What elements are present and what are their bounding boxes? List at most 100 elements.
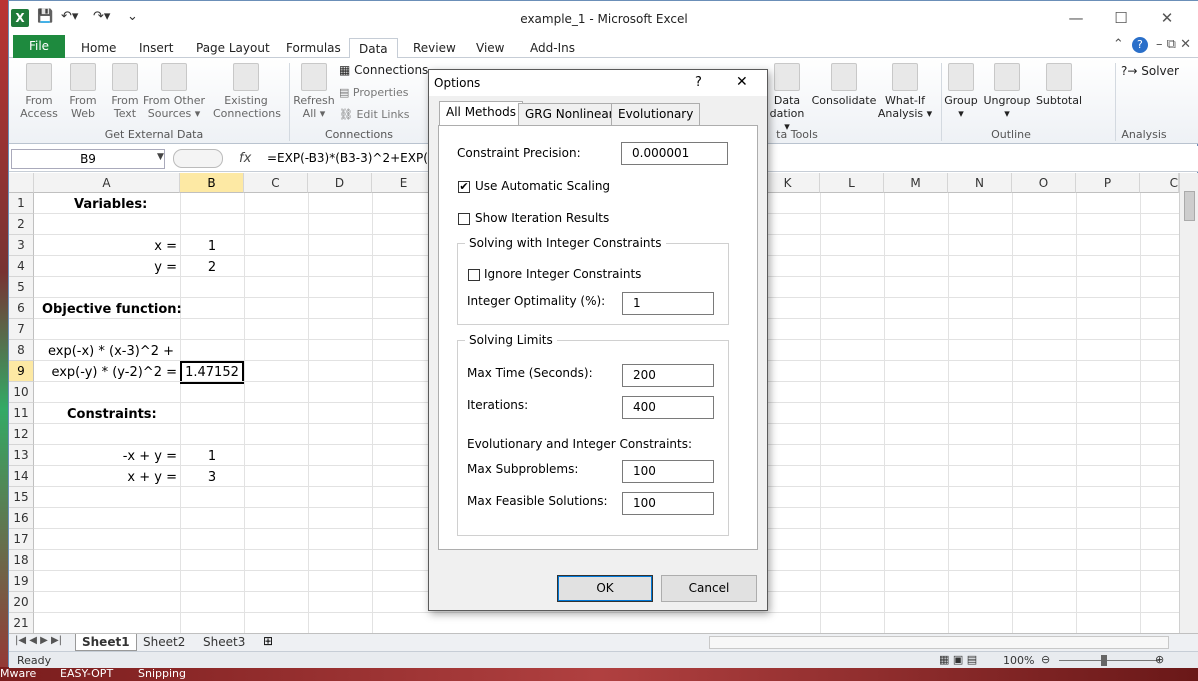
zoom-slider-thumb[interactable] (1101, 655, 1107, 666)
sheet-tab-sheet3[interactable]: Sheet3 (197, 634, 251, 651)
cell-b4[interactable]: 2 (180, 257, 244, 278)
ignore-integer-constraints-checkbox[interactable] (468, 269, 480, 281)
close-icon[interactable]: ✕ (1152, 7, 1182, 29)
cell-a6[interactable]: Objective function: (42, 299, 182, 320)
select-all-corner[interactable] (9, 173, 34, 193)
edit-links-button[interactable]: ⛓ Edit Links (339, 108, 410, 121)
constraint-precision-input[interactable]: 0.000001 (621, 142, 728, 165)
tab-add-ins[interactable]: Add-Ins (521, 38, 584, 58)
connections-button[interactable]: ▦ Connections (339, 63, 428, 77)
row-header[interactable]: 3 (9, 235, 34, 256)
column-header[interactable]: P (1076, 173, 1140, 193)
cell-a13[interactable]: -x + y = (34, 446, 177, 467)
tab-evolutionary[interactable]: Evolutionary (611, 103, 701, 125)
tab-grg-nonlinear[interactable]: GRG Nonlinear (518, 103, 621, 125)
cell-b3[interactable]: 1 (180, 236, 244, 257)
column-header[interactable]: N (948, 173, 1012, 193)
from-access-button[interactable]: From Access (15, 63, 63, 120)
row-header[interactable]: 11 (9, 403, 34, 424)
row-header[interactable]: 20 (9, 592, 34, 613)
what-if-analysis-button[interactable]: What-If Analysis ▾ (875, 63, 935, 120)
row-header[interactable]: 4 (9, 256, 34, 277)
sheet-nav-icons[interactable]: |◀ ◀ ▶ ▶| (15, 635, 62, 646)
max-feasible-solutions-input[interactable]: 100 (622, 492, 714, 515)
group-button[interactable]: Group ▾ (943, 63, 979, 120)
show-iteration-results-checkbox[interactable] (458, 213, 470, 225)
cell-a4[interactable]: y = (34, 257, 177, 278)
refresh-all-button[interactable]: Refresh All ▾ (291, 63, 337, 120)
zoom-level[interactable]: 100% (1003, 654, 1034, 667)
tab-home[interactable]: Home (72, 38, 125, 58)
tab-file[interactable]: File (13, 35, 65, 58)
row-header[interactable]: 12 (9, 424, 34, 445)
view-mode-icons[interactable]: ▦ ▣ ▤ (939, 653, 977, 666)
solver-button[interactable]: ?→ Solver (1121, 64, 1179, 78)
cell-a14[interactable]: x + y = (34, 467, 177, 488)
column-header[interactable]: C (244, 173, 308, 193)
column-header[interactable]: O (1012, 173, 1076, 193)
desktop-item[interactable]: EASY-OPT (60, 667, 113, 680)
tab-formulas[interactable]: Formulas (277, 38, 350, 58)
tab-insert[interactable]: Insert (130, 38, 182, 58)
desktop-item[interactable]: Mware (0, 667, 36, 680)
properties-button[interactable]: ▤ Properties (339, 86, 408, 99)
column-header[interactable]: E (372, 173, 436, 193)
subtotal-button[interactable]: Subtotal (1033, 63, 1085, 107)
close-icon[interactable]: ✕ (736, 74, 748, 90)
cell-a9[interactable]: exp(-y) * (y-2)^2 = (34, 362, 177, 383)
row-header[interactable]: 2 (9, 214, 34, 235)
cell-a3[interactable]: x = (34, 236, 177, 257)
iterations-input[interactable]: 400 (622, 396, 714, 419)
row-header[interactable]: 6 (9, 298, 34, 319)
desktop-item[interactable]: Snipping (138, 667, 186, 680)
from-other-sources-button[interactable]: From Other Sources ▾ (141, 63, 207, 120)
row-header[interactable]: 17 (9, 529, 34, 550)
tab-all-methods[interactable]: All Methods (439, 101, 523, 126)
ok-button[interactable]: OK (557, 575, 653, 602)
cell-b14[interactable]: 3 (180, 467, 244, 488)
cancel-button[interactable]: Cancel (661, 575, 757, 602)
zoom-out-icon[interactable]: ⊖ (1041, 653, 1050, 666)
tab-review[interactable]: Review (404, 38, 465, 58)
column-header[interactable]: M (884, 173, 948, 193)
cell-a1[interactable]: Variables: (74, 194, 147, 215)
max-subproblems-input[interactable]: 100 (622, 460, 714, 483)
name-box-dropdown-icon[interactable]: ▼ (157, 152, 164, 162)
vertical-scrollbar[interactable] (1179, 173, 1198, 633)
minimize-workbook-icon[interactable]: – (1156, 37, 1163, 52)
zoom-in-icon[interactable]: ⊕ (1155, 653, 1164, 666)
column-header[interactable]: D (308, 173, 372, 193)
tab-data[interactable]: Data (349, 38, 398, 60)
row-header[interactable]: 5 (9, 277, 34, 298)
column-header[interactable]: C (1140, 173, 1179, 193)
help-icon[interactable]: ? (695, 75, 702, 90)
name-box[interactable]: B9 (11, 149, 165, 169)
zoom-slider[interactable] (1059, 660, 1159, 661)
existing-connections-button[interactable]: Existing Connections (213, 63, 281, 120)
close-workbook-icon[interactable]: ✕ (1180, 37, 1191, 52)
tab-page-layout[interactable]: Page Layout (187, 38, 279, 58)
horizontal-scrollbar[interactable] (709, 636, 1169, 649)
formula-bar-toggle[interactable] (173, 149, 223, 168)
cell-a8[interactable]: exp(-x) * (x-3)^2 + (48, 341, 174, 362)
row-header[interactable]: 15 (9, 487, 34, 508)
tab-view[interactable]: View (467, 38, 513, 58)
row-header[interactable]: 21 (9, 613, 34, 634)
column-header[interactable]: A (34, 173, 180, 193)
row-header[interactable]: 9 (9, 361, 34, 382)
maximize-icon[interactable]: ☐ (1106, 7, 1136, 29)
row-header[interactable]: 1 (9, 193, 34, 214)
row-header[interactable]: 8 (9, 340, 34, 361)
from-web-button[interactable]: From Web (59, 63, 107, 120)
column-header[interactable]: L (820, 173, 884, 193)
cell-b13[interactable]: 1 (180, 446, 244, 467)
formula-input[interactable]: =EXP(-B3)*(B3-3)^2+EXP( (267, 151, 428, 165)
row-header[interactable]: 14 (9, 466, 34, 487)
row-header[interactable]: 16 (9, 508, 34, 529)
row-header[interactable]: 7 (9, 319, 34, 340)
data-validation-button[interactable]: Data dation ▾ (767, 63, 807, 133)
row-header[interactable]: 19 (9, 571, 34, 592)
scroll-thumb[interactable] (1184, 191, 1195, 221)
insert-sheet-icon[interactable]: ⊞ (263, 634, 273, 648)
sheet-tab-sheet1[interactable]: Sheet1 (75, 634, 137, 651)
